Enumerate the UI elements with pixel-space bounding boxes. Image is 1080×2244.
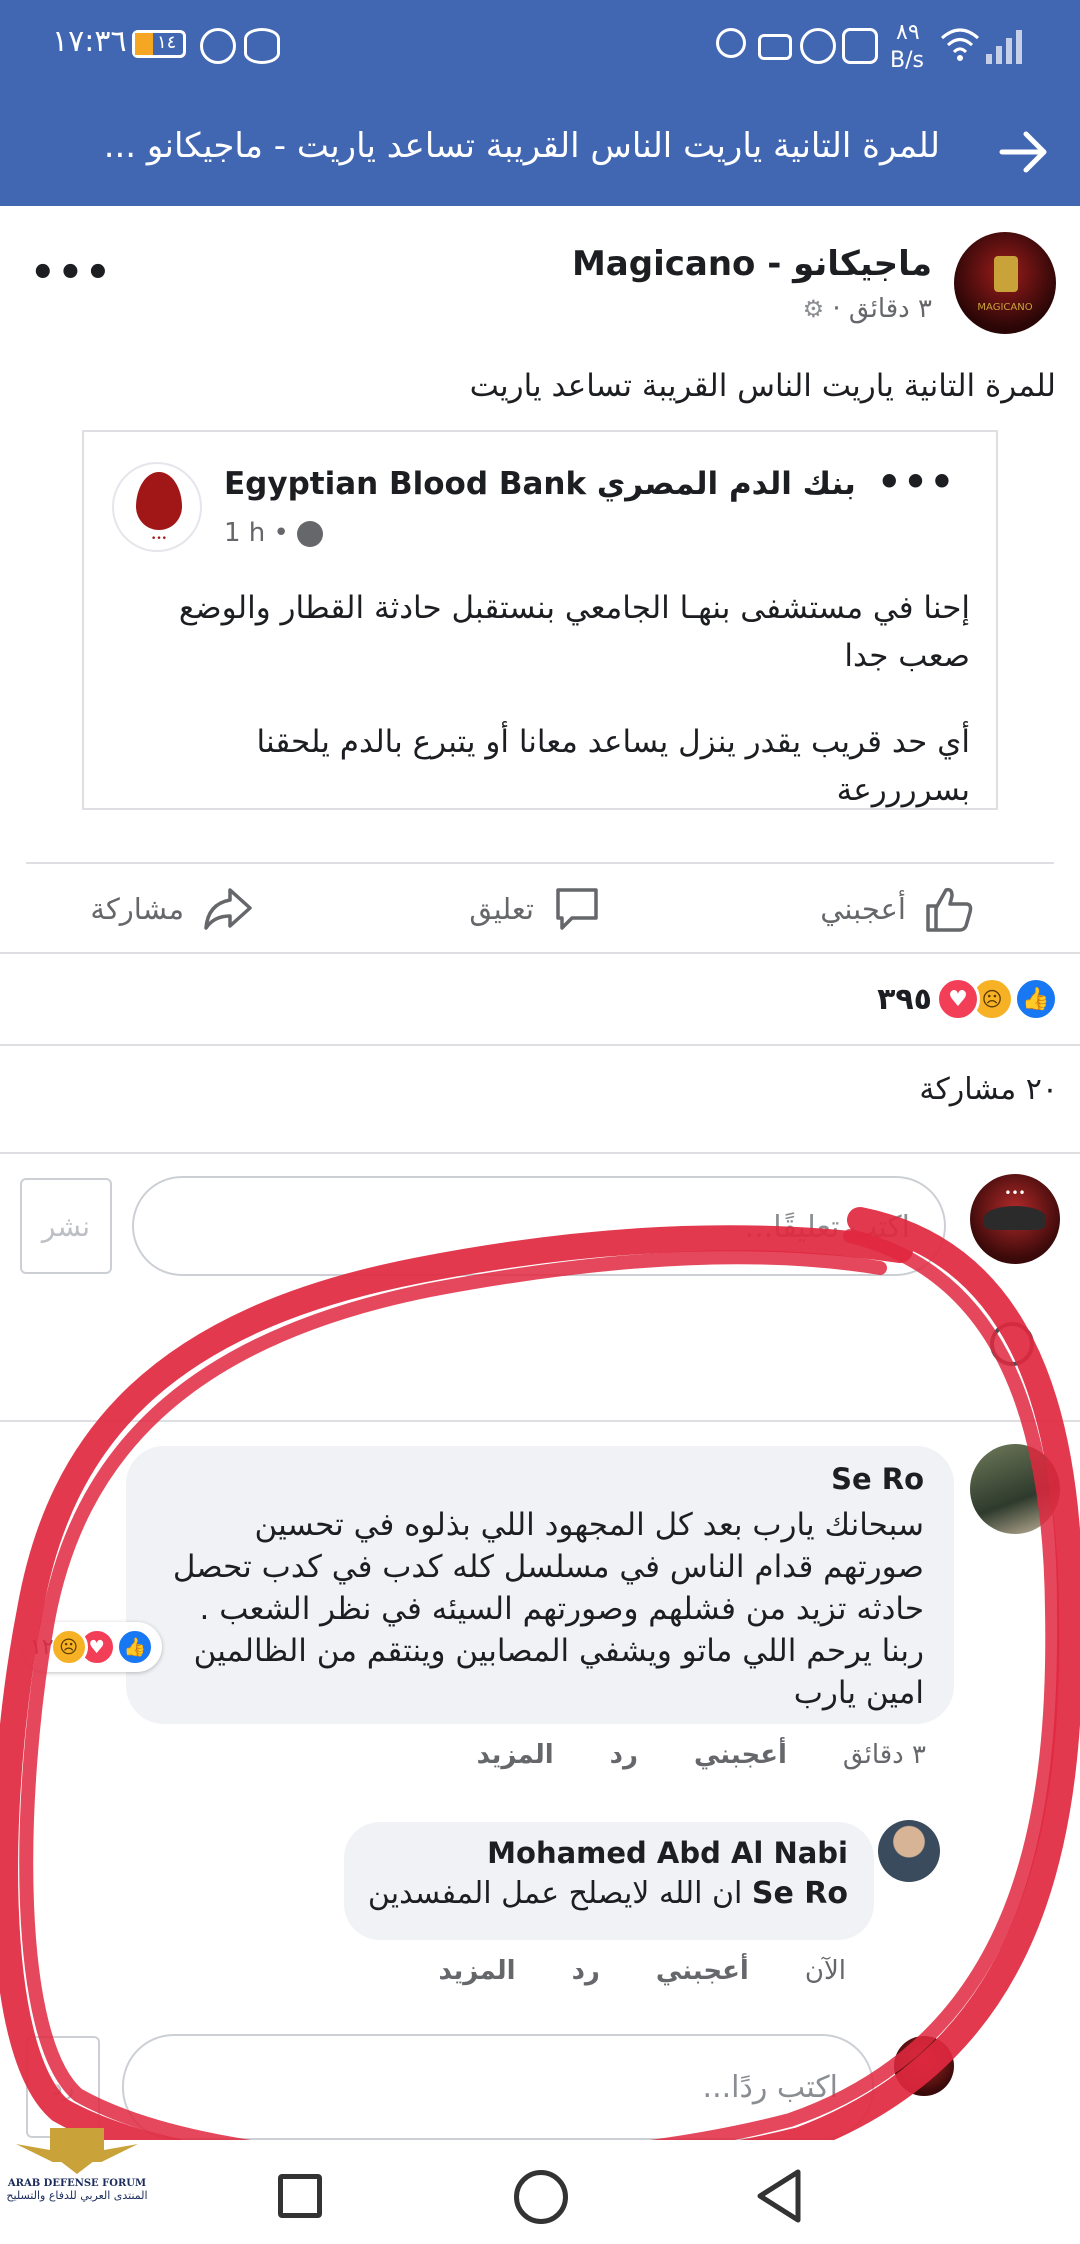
reply-bubble: Mohamed Abd Al Nabi Se Ro ان الله لايصلح…: [344, 1822, 874, 1940]
post-author[interactable]: ماجيكانو - Magicano: [572, 244, 932, 284]
reply-time: الآن: [804, 1956, 846, 1986]
comment-more-link[interactable]: المزيد: [477, 1740, 554, 1770]
shared-post-body: إحنا في مستشفى بنهـا الجامعي بنستقبل حاد…: [130, 584, 970, 814]
like-button[interactable]: أعجبني: [820, 878, 976, 940]
reactions-summary[interactable]: 👍 ☹ ♥ ٣٩٥: [877, 974, 1058, 1024]
post-more-button[interactable]: •••: [30, 250, 113, 296]
header-title: للمرة التانية ياريت الناس القريبة تساعد …: [103, 126, 940, 166]
net-speed-value: ٨٩: [896, 20, 920, 45]
battery-level: ١٤: [157, 32, 177, 53]
shared-paragraph-1: إحنا في مستشفى بنهـا الجامعي بنستقبل حاد…: [178, 590, 970, 674]
comment-reactions[interactable]: 👍 ♥ ☹ ١٢: [22, 1622, 162, 1672]
divider: [0, 1420, 1080, 1422]
net-speed-unit: B/s: [890, 48, 924, 73]
app-notification-icon: [716, 28, 746, 58]
divider: [26, 862, 1054, 864]
battery-icon: ١٤: [132, 30, 186, 58]
avatar-caption: MAGICANO: [977, 302, 1033, 313]
post-time: ٣ دقائق ·: [832, 294, 932, 324]
post-timestamp: ٣ دقائق · ⚙: [803, 294, 932, 324]
shared-more-button[interactable]: •••: [877, 460, 956, 504]
reply-text-line: Se Ro ان الله لايصلح عمل المفسدين: [367, 1876, 848, 1911]
status-time: ١٧:٣٦: [52, 24, 127, 59]
post-text: للمرة التانية ياريت الناس القريبة تساعد …: [469, 368, 1056, 404]
comment-label: تعليق: [469, 892, 534, 926]
commenter-name[interactable]: Se Ro: [156, 1462, 924, 1496]
divider: [0, 1152, 1080, 1154]
shared-page-name[interactable]: Egyptian Blood Bank بنك الدم المصري: [224, 466, 856, 502]
watermark-line-2: المنتدى العربي للدفاع والتسليح: [6, 2189, 148, 2202]
whatsapp-icon: [800, 28, 836, 64]
post-reply-button[interactable]: رد: [26, 2036, 100, 2138]
share-button[interactable]: مشاركة: [90, 878, 254, 940]
app-icon: [842, 28, 878, 64]
back-button[interactable]: [754, 2168, 804, 2224]
share-icon: [204, 888, 252, 930]
like-reaction-icon: 👍: [1014, 977, 1058, 1021]
share-label: مشاركة: [90, 892, 184, 926]
like-reaction-icon: 👍: [115, 1628, 154, 1666]
reaction-count: ٣٩٥: [877, 981, 932, 1017]
home-button[interactable]: [514, 2170, 568, 2224]
comment-reaction-count: ١٢: [30, 1634, 54, 1660]
page-avatar[interactable]: •••: [112, 462, 202, 552]
back-arrow-icon[interactable]: [996, 124, 1052, 180]
reply-input[interactable]: اكتب ردًا...: [122, 2034, 874, 2140]
status-bar: ١٧:٣٦ ١٤ ٨٩ B/s: [0, 0, 1080, 92]
comment-icon: [556, 888, 598, 930]
gear-icon: ⚙: [802, 295, 825, 323]
author-avatar[interactable]: MAGICANO: [954, 232, 1056, 334]
watermark-logo: ARAB DEFENSE FORUM المنتدى العربي للدفاع…: [6, 2128, 148, 2244]
video-icon: [758, 34, 792, 60]
shared-paragraph-2: أي حد قريب يقدر ينزل يساعد معانا أو يتبر…: [256, 724, 970, 808]
reply-text: ان الله لايصلح عمل المفسدين: [367, 1876, 743, 1911]
divider: [0, 1044, 1080, 1046]
love-reaction-icon: ♥: [936, 977, 980, 1021]
sad-reaction-icon: ☹: [49, 1628, 88, 1666]
comment-bubble: Se Ro سبحانك يارب بعد كل المجهود اللي بذ…: [126, 1446, 954, 1724]
comment-reply-link[interactable]: رد: [610, 1740, 638, 1770]
signal-icon: [986, 30, 1022, 64]
alarm-icon: [200, 28, 236, 64]
comment-time: ٣ دقائق: [842, 1740, 926, 1770]
comment-text: سبحانك يارب بعد كل المجهود اللي بذلوه في…: [172, 1507, 924, 1711]
comment-like-link[interactable]: أعجبني: [694, 1740, 787, 1770]
replier-name[interactable]: Mohamed Abd Al Nabi: [370, 1836, 848, 1870]
wifi-icon: [941, 28, 979, 61]
comment-input[interactable]: اكتب تعليقًا...: [132, 1176, 946, 1276]
sticker-icon[interactable]: [990, 1322, 1034, 1366]
mention-link[interactable]: Se Ro: [752, 1876, 848, 1911]
recents-button[interactable]: [278, 2174, 322, 2218]
shared-time-text: 1 h •: [224, 518, 289, 548]
shared-post-time: 1 h •: [224, 518, 324, 548]
divider: [0, 952, 1080, 954]
watermark-line-1: ARAB DEFENSE FORUM: [7, 2178, 147, 2189]
replier-avatar[interactable]: [878, 1820, 940, 1882]
reply-like-link[interactable]: أعجبني: [656, 1956, 749, 1986]
eye-icon: [244, 28, 280, 64]
comment-actions: ٣ دقائق أعجبني رد المزيد: [477, 1740, 926, 1770]
system-nav-bar: [0, 2140, 1080, 2244]
current-user-avatar: •••: [970, 1174, 1060, 1264]
current-user-avatar-small: [894, 2036, 954, 2096]
globe-icon: [297, 520, 324, 547]
share-count[interactable]: ٢٠ مشاركة: [919, 1072, 1058, 1107]
comment-button[interactable]: تعليق: [469, 878, 604, 940]
reply-reply-link[interactable]: رد: [572, 1956, 600, 1986]
reply-actions: الآن أعجبني رد المزيد: [439, 1956, 846, 1986]
like-label: أعجبني: [820, 892, 906, 926]
thumbs-up-icon: [926, 887, 973, 932]
shared-post-card[interactable]: ••• Egyptian Blood Bank بنك الدم المصري …: [82, 430, 998, 810]
post-comment-button[interactable]: نشر: [20, 1178, 112, 1274]
reply-more-link[interactable]: المزيد: [439, 1956, 516, 1986]
commenter-avatar[interactable]: [970, 1444, 1060, 1534]
app-header: ١٧:٣٦ ١٤ ٨٩ B/s للمرة التانية ياريت النا…: [0, 0, 1080, 206]
